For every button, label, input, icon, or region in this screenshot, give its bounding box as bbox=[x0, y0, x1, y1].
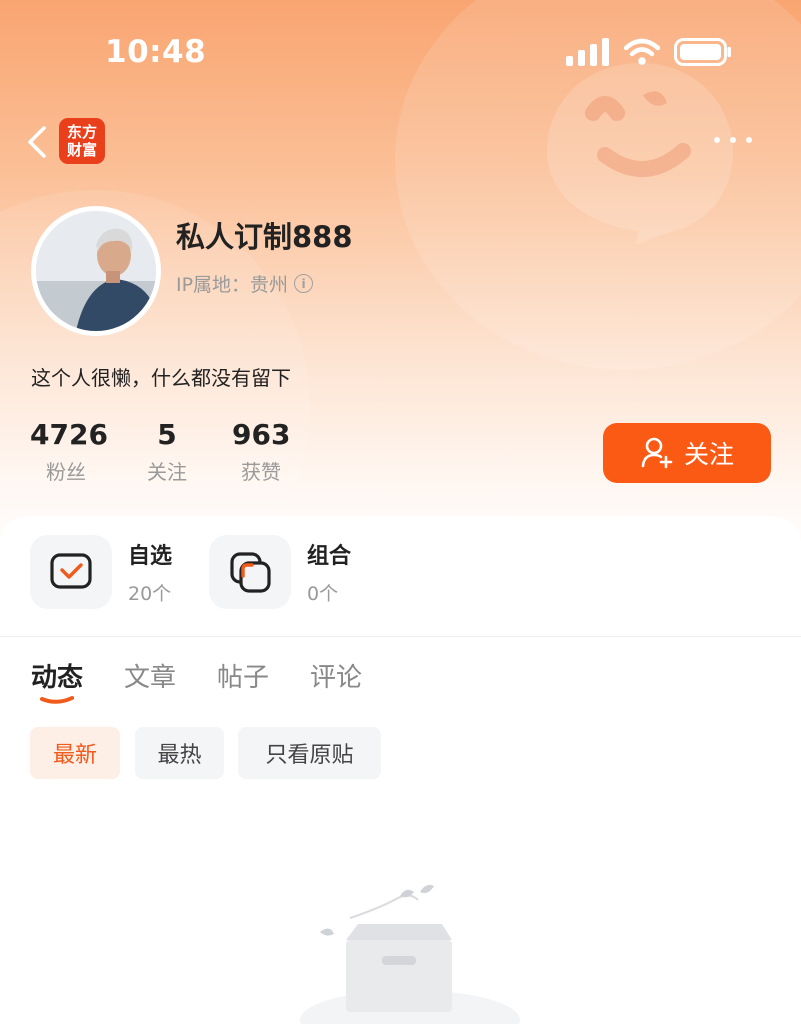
ip-location-label: IP属地：贵州 bbox=[176, 274, 289, 296]
tab-posts[interactable]: 帖子 bbox=[217, 657, 269, 694]
stat-likes[interactable]: 963 获赞 bbox=[232, 418, 290, 485]
portfolio-icon bbox=[230, 552, 271, 593]
logo-text-line1: 东方 bbox=[66, 123, 97, 141]
tab-articles[interactable]: 文章 bbox=[124, 657, 176, 694]
more-dots-icon[interactable] bbox=[710, 125, 756, 155]
info-icon[interactable]: i bbox=[294, 274, 314, 293]
shortcut-portfolio[interactable]: 组合 0个 bbox=[209, 535, 351, 609]
stat-following[interactable]: 5 关注 bbox=[140, 418, 194, 485]
stat-label: 粉丝 bbox=[46, 460, 86, 484]
shortcut-title: 组合 bbox=[307, 544, 352, 569]
empty-box-illustration bbox=[300, 884, 520, 1024]
watchlist-check-icon bbox=[50, 553, 92, 589]
chat-bubble-smile-icon bbox=[547, 63, 733, 245]
follow-button[interactable]: 关注 bbox=[603, 423, 771, 483]
follow-button-label: 关注 bbox=[683, 440, 734, 469]
stat-value: 5 bbox=[157, 418, 177, 451]
filter-original-only[interactable]: 只看原贴 bbox=[238, 727, 381, 779]
tab-dynamics[interactable]: 动态 bbox=[31, 657, 83, 694]
stat-value: 963 bbox=[232, 418, 291, 451]
shortcut-icon-box bbox=[209, 535, 291, 609]
shortcut-count: 20个 bbox=[128, 583, 172, 605]
shortcut-icon-box bbox=[30, 535, 112, 609]
back-button[interactable] bbox=[20, 120, 56, 164]
battery-icon bbox=[674, 38, 731, 66]
chevron-left-icon bbox=[28, 126, 46, 158]
shortcut-count: 0个 bbox=[307, 583, 339, 605]
app-logo: 东方 财富 bbox=[59, 118, 105, 164]
signal-icon bbox=[566, 38, 609, 66]
status-icons bbox=[566, 38, 732, 66]
wifi-icon bbox=[624, 38, 660, 65]
shortcut-title: 自选 bbox=[128, 544, 173, 569]
stat-followers[interactable]: 4726 粉丝 bbox=[30, 418, 108, 485]
ip-location: IP属地：贵州 i bbox=[176, 270, 314, 297]
filter-hottest[interactable]: 最热 bbox=[135, 727, 224, 779]
avatar-photo bbox=[36, 211, 156, 331]
logo-text-line2: 财富 bbox=[66, 141, 97, 159]
divider bbox=[0, 636, 801, 637]
stat-label: 获赞 bbox=[241, 460, 281, 484]
bio: 这个人很懒，什么都没有留下 bbox=[31, 366, 291, 390]
filter-latest[interactable]: 最新 bbox=[30, 727, 120, 779]
add-user-icon bbox=[641, 437, 673, 469]
shortcut-watchlist[interactable]: 自选 20个 bbox=[30, 535, 172, 609]
active-tab-indicator bbox=[40, 696, 74, 704]
status-time: 10:48 bbox=[105, 34, 207, 70]
stat-label: 关注 bbox=[147, 460, 187, 484]
username: 私人订制888 bbox=[176, 220, 353, 254]
tab-comments[interactable]: 评论 bbox=[310, 657, 362, 694]
stat-value: 4726 bbox=[30, 418, 108, 451]
avatar[interactable] bbox=[31, 206, 161, 336]
